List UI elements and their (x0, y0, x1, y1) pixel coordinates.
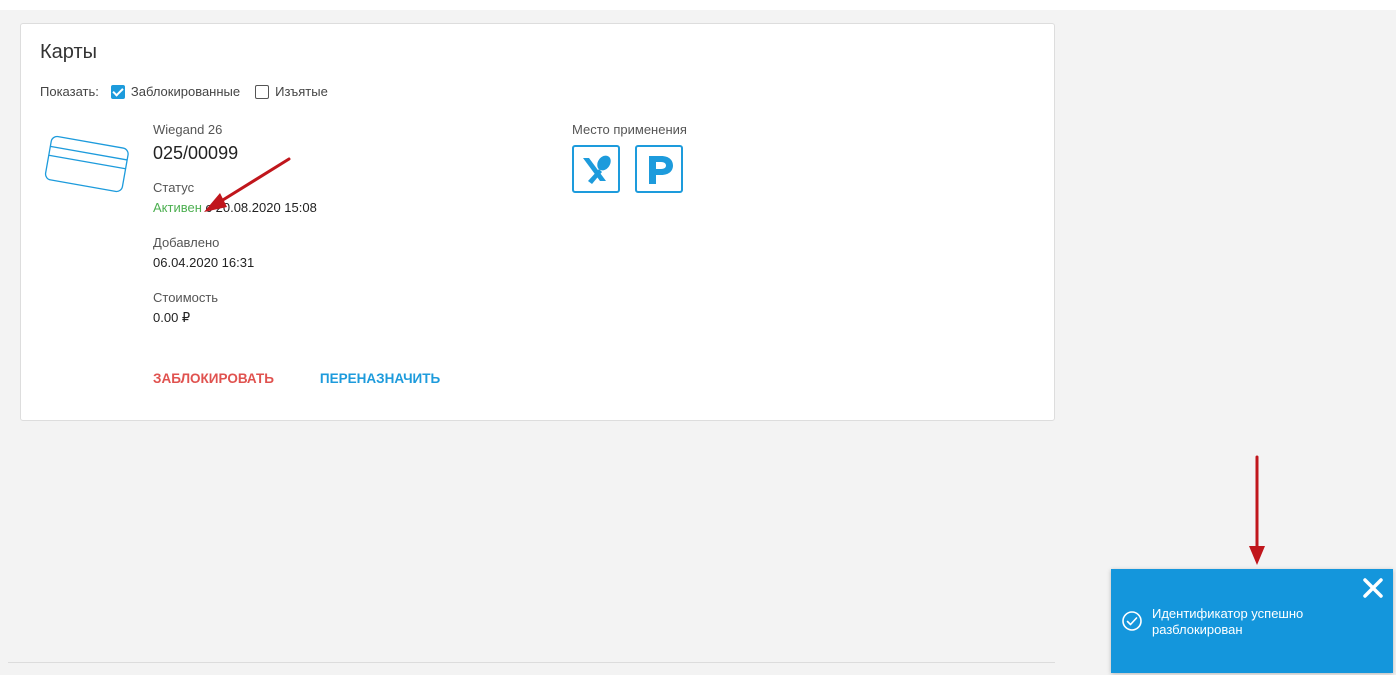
success-toast: Идентификатор успешно разблокирован (1111, 569, 1393, 673)
cost-value: 0.00 ₽ (153, 310, 191, 325)
cost-label: Стоимость (153, 290, 219, 305)
block-button[interactable]: ЗАБЛОКИРОВАТЬ (153, 371, 274, 386)
bottom-divider (8, 662, 1055, 663)
parking-icon (635, 145, 683, 193)
filter-blocked-checkbox[interactable]: Заблокированные (110, 84, 241, 99)
status-since: с 20.08.2020 15:08 (205, 200, 317, 215)
status-active-text: Активен (153, 200, 202, 215)
filter-blocked-label: Заблокированные (130, 84, 241, 99)
usage-section: Место применения (572, 122, 698, 193)
card-icon (42, 128, 132, 203)
status-value: Активен с 20.08.2020 15:08 (153, 200, 317, 215)
card-number: 025/00099 (153, 143, 239, 163)
cards-panel: Карты Показать: Заблокированные Изъятые … (20, 23, 1055, 421)
status-label: Статус (153, 180, 195, 195)
card-info: Wiegand 26 025/00099 Статус Активен с 20… (153, 122, 317, 326)
top-strip (0, 0, 1396, 10)
filter-row: Показать: Заблокированные Изъятые (40, 84, 343, 99)
filter-withdrawn-label: Изъятые (275, 84, 328, 99)
annotation-arrow-toast (1249, 455, 1265, 565)
added-label: Добавлено (153, 235, 220, 250)
added-value: 06.04.2020 16:31 (153, 255, 255, 270)
usage-icons (572, 145, 698, 193)
check-circle-icon (1121, 610, 1143, 637)
close-icon[interactable] (1362, 577, 1384, 599)
checkbox-unchecked-icon[interactable] (255, 84, 270, 99)
page-title: Карты (40, 41, 97, 63)
restaurant-icon (572, 145, 620, 193)
filter-label: Показать: (40, 84, 99, 99)
checkbox-checked-icon[interactable] (110, 84, 125, 99)
filter-withdrawn-checkbox[interactable]: Изъятые (255, 84, 328, 99)
toast-message: Идентификатор успешно разблокирован (1152, 606, 1304, 637)
card-actions: ЗАБЛОКИРОВАТЬ ПЕРЕНАЗНАЧИТЬ (153, 371, 440, 386)
usage-label: Место применения (572, 122, 687, 137)
card-type: Wiegand 26 (153, 122, 223, 137)
reassign-button[interactable]: ПЕРЕНАЗНАЧИТЬ (320, 371, 440, 386)
